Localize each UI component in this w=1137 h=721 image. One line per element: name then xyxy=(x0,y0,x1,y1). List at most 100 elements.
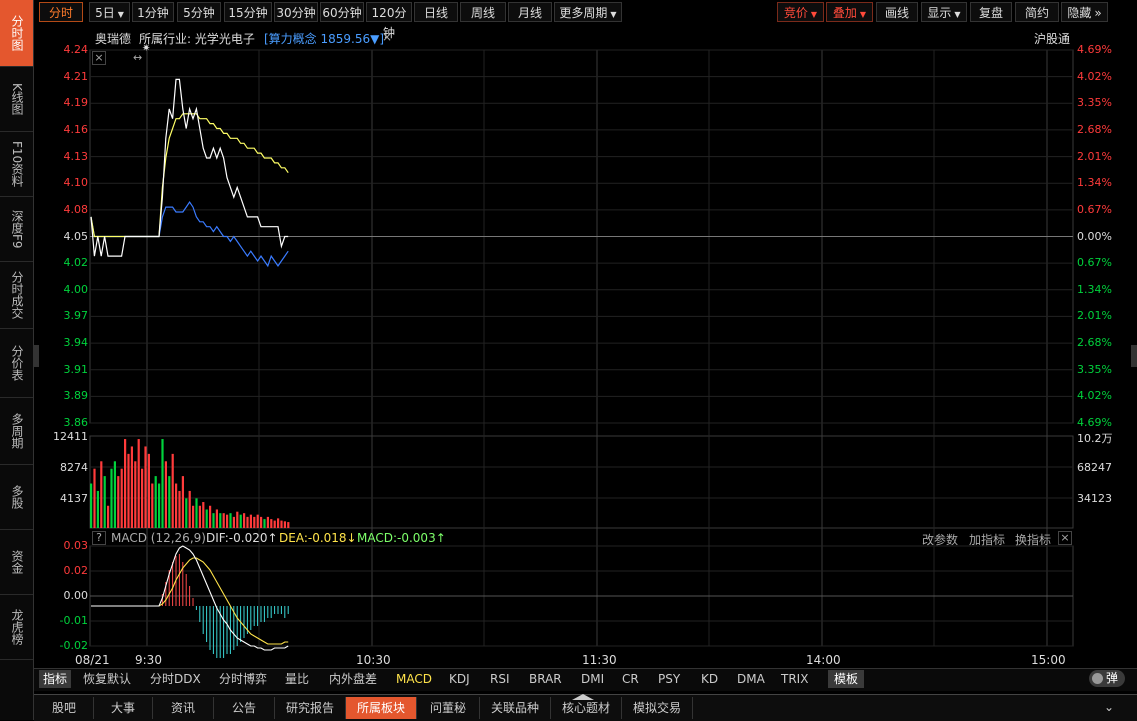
volume-bar xyxy=(127,453,130,528)
indicator-rsi[interactable]: RSI xyxy=(490,670,510,688)
indicator-trix[interactable]: TRIX xyxy=(781,670,808,688)
indicator-cr[interactable]: CR xyxy=(622,670,639,688)
volume-bar xyxy=(134,461,137,528)
price-axis-label: 4.02 xyxy=(63,256,89,270)
pct-axis-label: 1.34% xyxy=(1077,176,1112,190)
tab-core-topics[interactable]: 核心题材 xyxy=(551,697,622,719)
tab-forum[interactable]: 股吧 xyxy=(35,697,94,719)
pct-axis-label: 2.68% xyxy=(1077,336,1112,350)
volume-axis-right-mid: 68247 xyxy=(1077,461,1112,474)
price-axis-label: 4.19 xyxy=(63,96,89,110)
tab-ask-secretary[interactable]: 问董秘 xyxy=(417,697,480,719)
pct-axis-label: 0.67% xyxy=(1077,202,1112,216)
volume-bar xyxy=(260,516,263,528)
volume-bar xyxy=(256,514,259,528)
volume-axis-right-low: 34123 xyxy=(1077,492,1112,505)
volume-bar xyxy=(147,453,150,528)
pct-axis-label: 4.69% xyxy=(1077,416,1112,429)
time-1030: 10:30 xyxy=(356,653,391,667)
indicator-psy[interactable]: PSY xyxy=(658,670,680,688)
indicator-dmi[interactable]: DMI xyxy=(581,670,604,688)
volume-bar xyxy=(96,490,99,528)
pct-axis-label: 1.34% xyxy=(1077,282,1112,296)
tab-news[interactable]: 资讯 xyxy=(153,697,214,719)
time-1500: 15:00 xyxy=(1031,653,1066,667)
macd-axis-label: 0.00 xyxy=(63,589,89,602)
indicator-inout-diff[interactable]: 内外盘差 xyxy=(329,670,377,688)
volume-bar xyxy=(277,518,280,528)
volume-bar xyxy=(154,476,157,528)
tab-research[interactable]: 研究报告 xyxy=(275,697,346,719)
indicator-kd[interactable]: KD xyxy=(701,670,718,688)
volume-bar xyxy=(195,498,198,528)
star-icon: ✷ xyxy=(142,43,151,54)
pct-axis-label: 3.35% xyxy=(1077,96,1112,110)
volume-bar xyxy=(178,490,181,528)
toggle-knob-icon xyxy=(1092,673,1103,684)
volume-bar xyxy=(93,468,96,528)
tab-events[interactable]: 大事 xyxy=(94,697,153,719)
add-indicator-button[interactable]: 加指标 xyxy=(969,531,1005,548)
template-button[interactable]: 模板 xyxy=(828,670,865,688)
swap-indicator-button[interactable]: 换指标 xyxy=(1015,531,1051,548)
popup-toggle[interactable]: 弹 xyxy=(1089,670,1125,687)
tab-simulated-trading[interactable]: 模拟交易 xyxy=(622,697,693,719)
indicator-volume-ratio[interactable]: 量比 xyxy=(285,670,309,688)
tab-sector[interactable]: 所属板块 xyxy=(346,697,417,719)
help-icon[interactable]: ? xyxy=(92,531,106,545)
price-axis-label: 4.05 xyxy=(63,229,89,243)
indicator-label[interactable]: 指标 xyxy=(39,670,72,688)
volume-bar xyxy=(137,439,140,528)
volume-bar xyxy=(232,516,235,528)
volume-bar xyxy=(107,505,110,528)
volume-bar xyxy=(164,461,167,528)
close-icon[interactable]: × xyxy=(92,51,106,65)
volume-bar xyxy=(144,446,147,528)
volume-bar xyxy=(171,453,174,528)
pct-axis-label: 4.02% xyxy=(1077,69,1112,83)
indicator-ddx[interactable]: 分时DDX xyxy=(150,670,201,688)
tab-announcements[interactable]: 公告 xyxy=(214,697,275,719)
chart-canvas[interactable] xyxy=(0,0,1137,720)
indicator-game[interactable]: 分时博弈 xyxy=(219,670,267,688)
macd-dea: DEA:-0.018↓ xyxy=(279,531,357,545)
indicator-kdj[interactable]: KDJ xyxy=(449,670,470,688)
macd-axis-label: -0.02 xyxy=(59,639,88,652)
change-params-button[interactable]: 改参数 xyxy=(922,531,958,548)
volume-axis-right-top: 10.2万 xyxy=(1077,432,1113,445)
volume-bar xyxy=(181,476,184,528)
pct-axis-label: 2.68% xyxy=(1077,122,1112,136)
volume-bar xyxy=(280,520,283,528)
indicator-restore-default[interactable]: 恢复默认 xyxy=(83,670,131,688)
volume-bar xyxy=(246,516,249,528)
pct-axis-label: 2.01% xyxy=(1077,149,1112,163)
volume-bar xyxy=(226,514,229,528)
volume-bar xyxy=(188,490,191,528)
indicator-dma[interactable]: DMA xyxy=(737,670,765,688)
volume-bar xyxy=(117,476,120,528)
macd-value: MACD:-0.003↑ xyxy=(357,531,446,545)
price-axis-label: 4.24 xyxy=(63,43,89,56)
indicator-macd[interactable]: MACD xyxy=(396,670,432,688)
volume-axis-left-top: 12411 xyxy=(53,430,88,443)
tab-related[interactable]: 关联品种 xyxy=(480,697,551,719)
indicator-brar[interactable]: BRAR xyxy=(529,670,562,688)
pct-axis-label: 3.35% xyxy=(1077,362,1112,376)
expand-down-icon[interactable]: ⌄ xyxy=(1104,700,1114,714)
volume-bar xyxy=(120,468,123,528)
time-1400: 14:00 xyxy=(806,653,841,667)
macd-name[interactable]: MACD (12,26,9) xyxy=(111,531,206,545)
macd-dif: DIF:-0.020↑ xyxy=(206,531,278,545)
volume-bar xyxy=(90,483,93,528)
volume-bar xyxy=(253,516,256,528)
close-icon[interactable]: × xyxy=(1058,531,1072,545)
time-1130: 11:30 xyxy=(582,653,617,667)
volume-bar xyxy=(113,461,116,528)
volume-bar xyxy=(273,520,276,528)
volume-bar xyxy=(192,505,195,528)
volume-bar xyxy=(263,519,266,528)
volume-bar xyxy=(283,521,286,528)
resize-icon[interactable]: ↔ xyxy=(133,51,142,64)
volume-bar xyxy=(110,468,113,528)
expand-handle-icon[interactable] xyxy=(572,689,594,700)
